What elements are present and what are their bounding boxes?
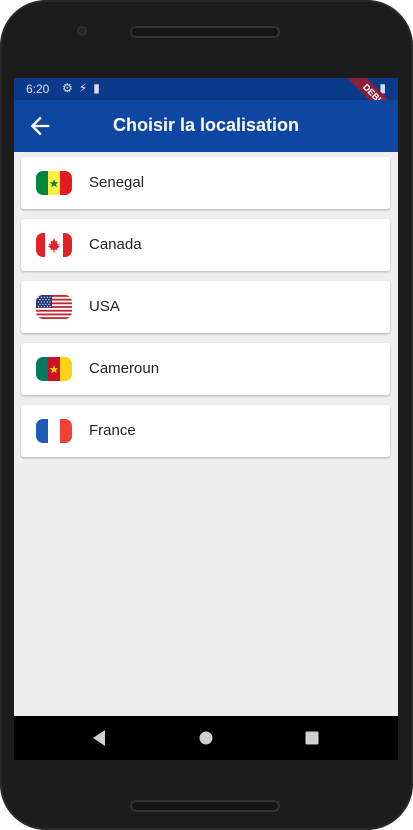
phone-frame: 6:20 ⚙⚡▮ ▼ ▮ DEBUG Choisir la localisati…: [0, 0, 413, 830]
sd-card-icon: ▮: [93, 81, 106, 95]
usa-flag-icon: [36, 295, 72, 319]
location-label: France: [89, 422, 136, 439]
nav-back-icon[interactable]: [91, 728, 107, 748]
screen: 6:20 ⚙⚡▮ ▼ ▮ DEBUG Choisir la localisati…: [14, 78, 398, 760]
system-nav-bar: [14, 716, 398, 760]
senegal-flag-icon: [36, 171, 72, 195]
signal-icon: ⚡: [78, 81, 94, 95]
top-speaker: [130, 26, 280, 38]
settings-icon: ⚙: [62, 81, 79, 95]
location-item-cameroun[interactable]: Cameroun: [21, 343, 390, 395]
france-flag-icon: [36, 419, 72, 443]
nav-home-icon[interactable]: [199, 731, 213, 745]
status-bar: 6:20 ⚙⚡▮ ▼ ▮ DEBUG: [14, 78, 398, 135]
location-label: USA: [89, 298, 120, 315]
location-list: Senegal Canada USA Cameroun France: [21, 157, 390, 467]
location-item-usa[interactable]: USA: [21, 281, 390, 333]
location-item-senegal[interactable]: Senegal: [21, 157, 390, 209]
bottom-speaker: [130, 800, 280, 812]
location-label: Canada: [89, 236, 142, 253]
nav-recents-icon[interactable]: [305, 731, 319, 745]
page-title: Choisir la localisation: [112, 115, 300, 135]
status-time: 6:20: [26, 82, 50, 96]
front-camera: [77, 26, 87, 36]
canada-flag-icon: [36, 233, 72, 257]
location-label: Senegal: [89, 174, 145, 191]
status-icons: ⚙⚡▮: [62, 81, 106, 95]
location-item-canada[interactable]: Canada: [21, 219, 390, 271]
location-label: Cameroun: [89, 360, 160, 377]
location-item-france[interactable]: France: [21, 405, 390, 457]
app-bar: Choisir la localisation: [14, 100, 398, 152]
cameroun-flag-icon: [36, 357, 72, 381]
